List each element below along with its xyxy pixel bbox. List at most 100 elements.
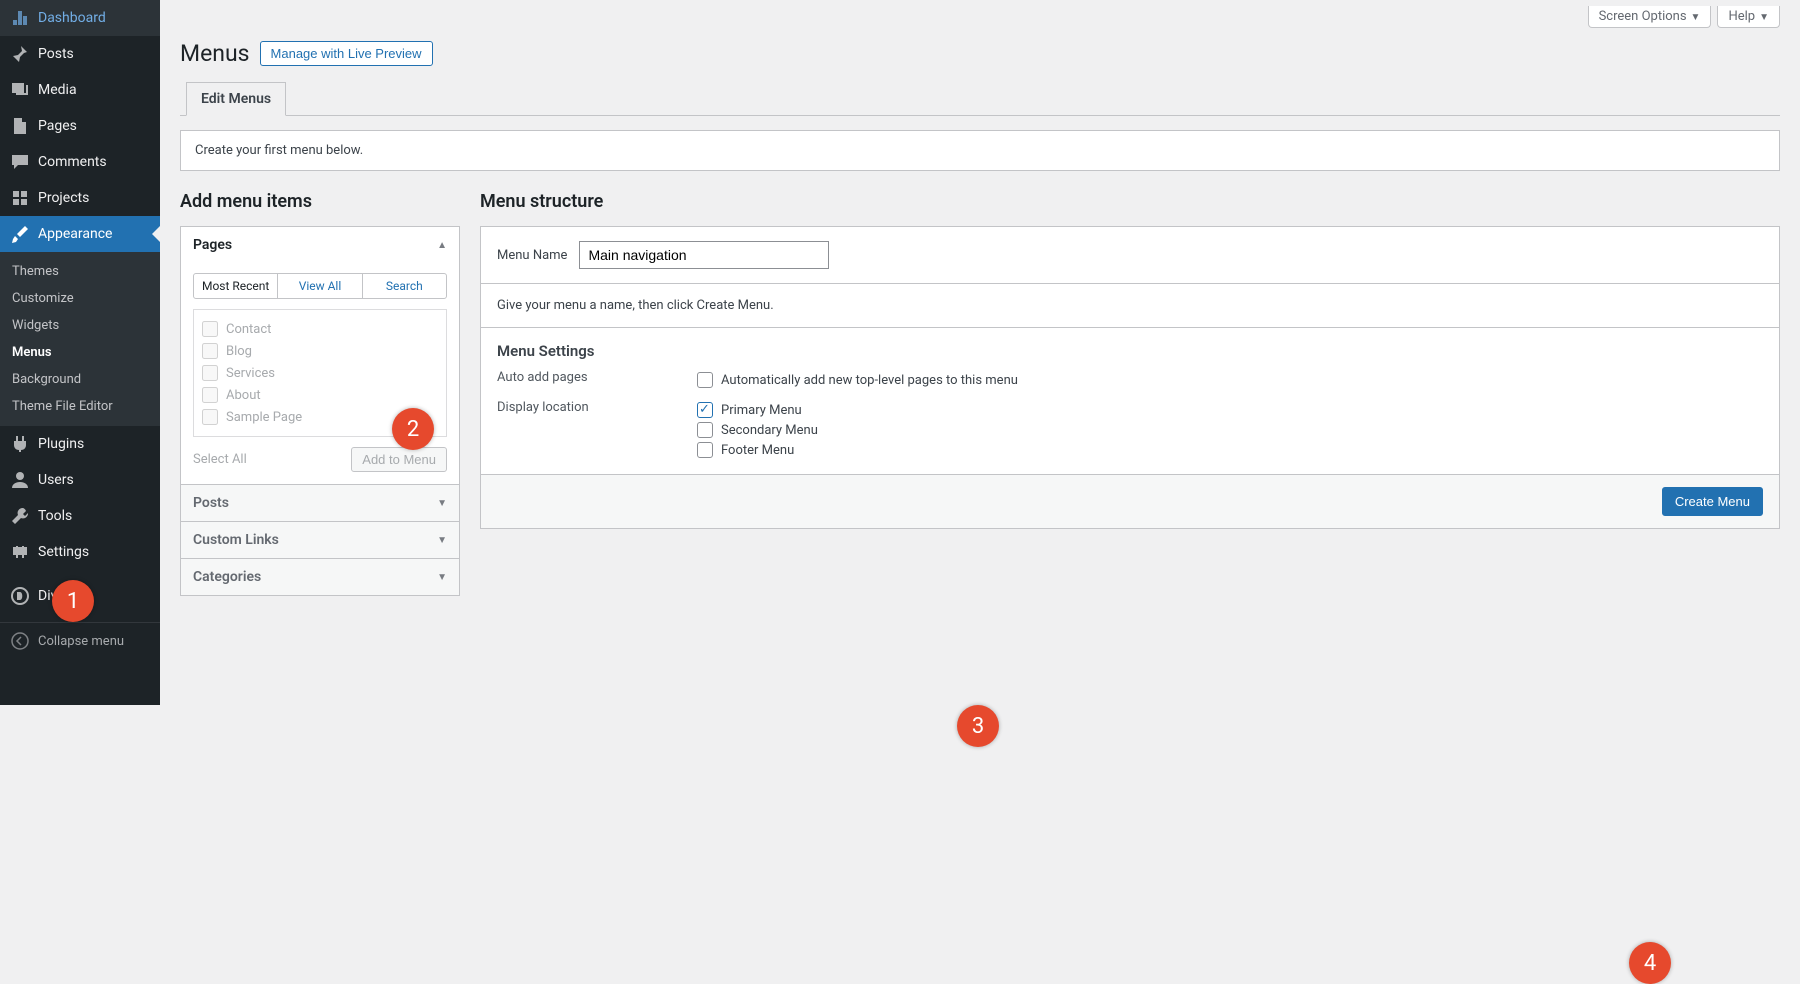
page-checkbox[interactable] xyxy=(202,387,218,403)
menu-settings-title: Menu Settings xyxy=(497,342,1763,360)
page-label: Contact xyxy=(226,322,271,337)
page-checkbox[interactable] xyxy=(202,409,218,425)
sidebar-label: Appearance xyxy=(38,226,112,242)
sidebar-item-tools[interactable]: Tools xyxy=(0,498,160,534)
sidebar-label: Users xyxy=(38,472,74,488)
chevron-down-icon: ▼ xyxy=(1759,12,1769,23)
auto-add-checkbox[interactable] xyxy=(697,372,713,388)
page-check-item[interactable]: Contact xyxy=(202,318,438,340)
location-checkbox[interactable] xyxy=(697,402,713,418)
sidebar-label: Divi xyxy=(38,588,61,604)
nav-tab-wrapper: Edit Menus xyxy=(180,81,1780,116)
chevron-down-icon: ▼ xyxy=(437,572,447,583)
screen-options-toggle[interactable]: Screen Options ▼ xyxy=(1588,6,1712,28)
panel-title: Posts xyxy=(193,495,229,511)
pages-checklist: Contact Blog Services About Sample Page xyxy=(193,309,447,437)
panel-pages-body: Most Recent View All Search Contact Blog… xyxy=(181,263,459,484)
chevron-down-icon: ▼ xyxy=(1691,12,1701,23)
gear-icon xyxy=(10,542,30,562)
collapse-menu[interactable]: Collapse menu xyxy=(0,622,160,659)
tab-view-all[interactable]: View All xyxy=(278,274,362,298)
location-checkbox[interactable] xyxy=(697,442,713,458)
sidebar-item-projects[interactable]: Projects xyxy=(0,180,160,216)
sidebar-item-divi[interactable]: Divi xyxy=(0,578,160,614)
screen-options-label: Screen Options xyxy=(1599,9,1687,24)
page-check-item[interactable]: Services xyxy=(202,362,438,384)
location-secondary[interactable]: Secondary Menu xyxy=(697,420,1763,440)
panel-title: Custom Links xyxy=(193,532,279,548)
page-checkbox[interactable] xyxy=(202,343,218,359)
appearance-submenu: Themes Customize Widgets Menus Backgroun… xyxy=(0,252,160,426)
sidebar-item-dashboard[interactable]: Dashboard xyxy=(0,0,160,36)
dashboard-icon xyxy=(10,8,30,28)
page-checkbox[interactable] xyxy=(202,365,218,381)
sub-menus[interactable]: Menus xyxy=(0,339,160,366)
sidebar-item-comments[interactable]: Comments xyxy=(0,144,160,180)
sidebar-item-settings[interactable]: Settings xyxy=(0,534,160,570)
main-content: Screen Options ▼ Help▼ Menus Manage with … xyxy=(160,0,1800,705)
sidebar-label: Media xyxy=(38,82,77,98)
option-text: Secondary Menu xyxy=(721,423,818,438)
divi-icon xyxy=(10,586,30,606)
sidebar-item-users[interactable]: Users xyxy=(0,462,160,498)
page-check-item[interactable]: Sample Page xyxy=(202,406,438,428)
panel-posts-toggle[interactable]: Posts▼ xyxy=(181,485,459,521)
add-to-menu-button[interactable]: Add to Menu xyxy=(351,447,447,472)
page-check-item[interactable]: Blog xyxy=(202,340,438,362)
menu-name-label: Menu Name xyxy=(497,248,567,263)
tab-search[interactable]: Search xyxy=(363,274,446,298)
tab-most-recent[interactable]: Most Recent xyxy=(194,274,278,298)
live-preview-button[interactable]: Manage with Live Preview xyxy=(260,41,433,66)
projects-icon xyxy=(10,188,30,208)
collapse-icon xyxy=(10,631,30,651)
sub-customize[interactable]: Customize xyxy=(0,285,160,312)
panel-title: Pages xyxy=(193,237,232,253)
panel-custom-links-toggle[interactable]: Custom Links▼ xyxy=(181,522,459,558)
page-label: About xyxy=(226,388,261,403)
sidebar-item-plugins[interactable]: Plugins xyxy=(0,426,160,462)
sidebar-item-appearance[interactable]: Appearance xyxy=(0,216,160,252)
collapse-label: Collapse menu xyxy=(38,634,124,649)
sidebar-label: Tools xyxy=(38,508,72,524)
panel-pages-toggle[interactable]: Pages ▲ xyxy=(181,227,459,263)
add-items-heading: Add menu items xyxy=(180,191,460,212)
sidebar-label: Projects xyxy=(38,190,89,206)
auto-add-option[interactable]: Automatically add new top-level pages to… xyxy=(697,370,1763,390)
admin-sidebar: Dashboard Posts Media Pages Comments Pro… xyxy=(0,0,160,705)
menu-structure-panel: Menu Name Give your menu a name, then cl… xyxy=(480,226,1780,529)
plugin-icon xyxy=(10,434,30,454)
page-check-item[interactable]: About xyxy=(202,384,438,406)
option-text: Primary Menu xyxy=(721,403,802,418)
sub-themes[interactable]: Themes xyxy=(0,258,160,285)
sub-widgets[interactable]: Widgets xyxy=(0,312,160,339)
location-checkbox[interactable] xyxy=(697,422,713,438)
menu-name-input[interactable] xyxy=(579,241,829,269)
sidebar-item-pages[interactable]: Pages xyxy=(0,108,160,144)
display-location-label: Display location xyxy=(497,400,697,415)
create-menu-button[interactable]: Create Menu xyxy=(1662,487,1763,516)
help-toggle[interactable]: Help▼ xyxy=(1717,6,1780,28)
add-items-panels: Pages ▲ Most Recent View All Search Conta… xyxy=(180,226,460,596)
chevron-up-icon: ▲ xyxy=(437,240,447,251)
annotation-badge-3: 3 xyxy=(957,705,999,747)
pin-icon xyxy=(10,44,30,64)
option-text: Automatically add new top-level pages to… xyxy=(721,373,1018,388)
sub-background[interactable]: Background xyxy=(0,366,160,393)
sidebar-item-posts[interactable]: Posts xyxy=(0,36,160,72)
select-all-link[interactable]: Select All xyxy=(193,452,247,467)
sidebar-label: Pages xyxy=(38,118,77,134)
structure-heading: Menu structure xyxy=(480,191,1780,212)
sidebar-item-media[interactable]: Media xyxy=(0,72,160,108)
page-label: Sample Page xyxy=(226,410,302,425)
sub-theme-editor[interactable]: Theme File Editor xyxy=(0,393,160,420)
location-primary[interactable]: Primary Menu xyxy=(697,400,1763,420)
page-label: Blog xyxy=(226,344,252,359)
sidebar-label: Posts xyxy=(38,46,74,62)
location-footer[interactable]: Footer Menu xyxy=(697,440,1763,460)
panel-title: Categories xyxy=(193,569,261,585)
page-header: Menus Manage with Live Preview xyxy=(180,40,1780,67)
annotation-badge-4: 4 xyxy=(1629,942,1671,984)
panel-categories-toggle[interactable]: Categories ▼ xyxy=(181,559,459,595)
tab-edit-menus[interactable]: Edit Menus xyxy=(186,82,286,116)
page-checkbox[interactable] xyxy=(202,321,218,337)
